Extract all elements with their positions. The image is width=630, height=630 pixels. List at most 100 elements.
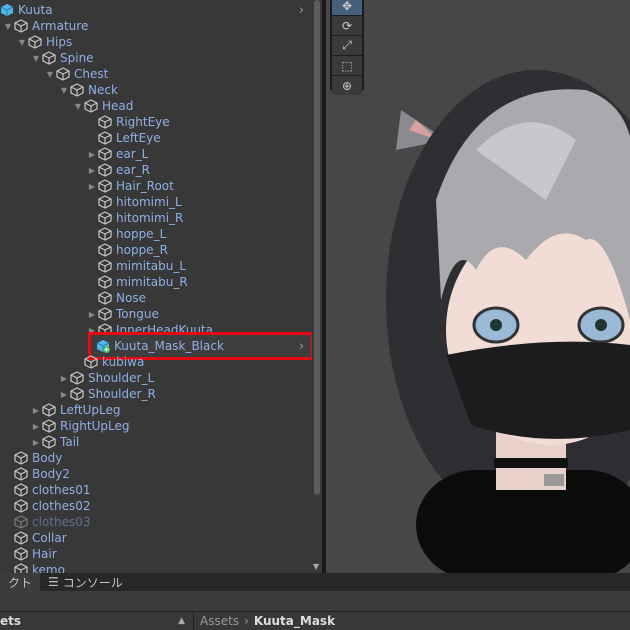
rotate-tool-icon[interactable]: ⟳ [332, 16, 362, 35]
gameobject-cube-icon [98, 163, 112, 177]
gameobject-cube-icon [98, 195, 112, 209]
project-folder-tree[interactable]: ets ▲ [0, 612, 194, 630]
expand-arrow-icon[interactable]: ▼ [72, 102, 84, 111]
hierarchy-item[interactable]: ▶ ear_R [0, 162, 312, 178]
hierarchy-item[interactable]: ▼ Chest [0, 66, 312, 82]
item-label: Tail [60, 435, 80, 449]
transform-tool-icon[interactable]: ⊕ [332, 76, 362, 95]
gameobject-cube-icon [98, 307, 112, 321]
hierarchy-item[interactable]: ▼ Armature [0, 18, 312, 34]
expand-arrow-icon[interactable]: ▶ [86, 166, 98, 175]
item-label: Body [32, 451, 63, 465]
hierarchy-item[interactable]: ▼ Hips [0, 34, 312, 50]
hierarchy-item[interactable]: ▼ Neck [0, 82, 312, 98]
expand-arrow-icon[interactable]: ▶ [30, 422, 42, 431]
expand-arrow-icon[interactable]: ▶ [30, 438, 42, 447]
console-icon: ☰ [48, 575, 59, 589]
expand-arrow-icon[interactable]: ▼ [2, 22, 14, 31]
item-label: clothes03 [32, 515, 91, 529]
hierarchy-item[interactable]: RightEye [0, 114, 312, 130]
item-label: Kuuta [18, 3, 53, 17]
gameobject-cube-icon [14, 499, 28, 513]
hierarchy-item[interactable]: Nose [0, 290, 312, 306]
gameobject-cube-icon [42, 403, 56, 417]
expand-arrow-icon[interactable]: ▶ [86, 150, 98, 159]
hierarchy-item[interactable]: Body2 [0, 466, 312, 482]
hierarchy-item[interactable]: Collar [0, 530, 312, 546]
tab-console[interactable]: ☰ コンソール [40, 573, 131, 591]
hierarchy-item[interactable]: ▼ Head [0, 98, 312, 114]
hierarchy-item[interactable]: ▶ RightUpLeg [0, 418, 312, 434]
expand-arrow-icon[interactable]: ▼ [30, 54, 42, 63]
gameobject-cube-icon [98, 227, 112, 241]
hierarchy-item[interactable]: ▶ ear_L [0, 146, 312, 162]
hierarchy-item[interactable]: Kuuta › [0, 2, 312, 18]
expand-arrow-icon[interactable]: ▶ [30, 406, 42, 415]
hierarchy-item[interactable]: mimitabu_L [0, 258, 312, 274]
hierarchy-item[interactable]: kubiwa [0, 354, 312, 370]
expand-arrow-icon[interactable]: ▼ [44, 70, 56, 79]
breadcrumb-assets[interactable]: Assets [200, 614, 239, 628]
item-label: hitomimi_L [116, 195, 182, 209]
gameobject-cube-icon [14, 19, 28, 33]
gameobject-cube-icon [84, 99, 98, 113]
hierarchy-item[interactable]: hitomimi_R [0, 210, 312, 226]
hierarchy-item[interactable]: clothes03 [0, 514, 312, 530]
gameobject-cube-icon [98, 243, 112, 257]
folder-label[interactable]: ets [0, 614, 21, 628]
hierarchy-scrollbar[interactable]: ▼ [312, 0, 322, 573]
hierarchy-item[interactable]: kemo [0, 562, 312, 573]
scroll-down-arrow[interactable]: ▼ [313, 562, 319, 571]
gameobject-cube-icon [42, 419, 56, 433]
hierarchy-item[interactable]: ▶ Tongue [0, 306, 312, 322]
hierarchy-item[interactable]: Hair [0, 546, 312, 562]
item-label: ear_L [116, 147, 149, 161]
hierarchy-item[interactable]: clothes01 [0, 482, 312, 498]
tab-project[interactable]: クト [0, 573, 41, 591]
hierarchy-item[interactable]: mimitabu_R [0, 274, 312, 290]
item-label: clothes01 [32, 483, 91, 497]
item-label: Armature [32, 19, 89, 33]
hierarchy-item[interactable]: clothes02 [0, 498, 312, 514]
hierarchy-item[interactable]: hitomimi_L [0, 194, 312, 210]
move-tool-icon[interactable]: ✥ [332, 0, 362, 15]
expand-arrow-icon[interactable]: ▶ [58, 374, 70, 383]
expand-arrow-icon[interactable]: ▶ [86, 182, 98, 191]
hierarchy-item[interactable]: ▶ Shoulder_L [0, 370, 312, 386]
gameobject-cube-icon [56, 67, 70, 81]
item-label: hoppe_L [116, 227, 167, 241]
hierarchy-item[interactable]: ▶ Shoulder_R [0, 386, 312, 402]
hierarchy-item[interactable]: hoppe_R [0, 242, 312, 258]
expand-arrow-icon[interactable]: ▼ [58, 86, 70, 95]
gameobject-cube-icon [70, 387, 84, 401]
scale-tool-icon[interactable]: ⤢ [332, 36, 362, 55]
collapse-arrow-icon[interactable]: ▲ [178, 616, 185, 626]
hierarchy-item[interactable]: Body [0, 450, 312, 466]
hierarchy-item[interactable]: hoppe_L [0, 226, 312, 242]
gameobject-cube-icon [98, 115, 112, 129]
hierarchy-item[interactable]: ▶ LeftUpLeg [0, 402, 312, 418]
item-label: kemo [32, 563, 65, 573]
expand-arrow-icon[interactable]: ▶ [86, 310, 98, 319]
hierarchy-item[interactable]: ▶ Hair_Root [0, 178, 312, 194]
breadcrumb-current[interactable]: Kuuta_Mask [254, 614, 335, 628]
expand-arrow-icon[interactable]: ▶ [58, 390, 70, 399]
scene-view[interactable]: ✥ ⟳ ⤢ ⬚ ⊕ [326, 0, 630, 573]
item-label: Head [102, 99, 134, 113]
gameobject-cube-icon [98, 131, 112, 145]
gameobject-cube-icon [98, 275, 112, 289]
gameobject-cube-icon [14, 547, 28, 561]
gameobject-cube-icon [14, 467, 28, 481]
rect-tool-icon[interactable]: ⬚ [332, 56, 362, 75]
hierarchy-item[interactable]: ▼ Spine [0, 50, 312, 66]
hierarchy-item[interactable]: LeftEye [0, 130, 312, 146]
gameobject-cube-icon [70, 371, 84, 385]
chevron-right-icon[interactable]: › [299, 3, 304, 18]
chevron-right-icon[interactable]: › [299, 339, 304, 354]
hierarchy-item[interactable]: ▶ Tail [0, 434, 312, 450]
expand-arrow-icon[interactable]: ▼ [16, 38, 28, 47]
scene-tools: ✥ ⟳ ⤢ ⬚ ⊕ [330, 0, 364, 95]
scrollbar-thumb[interactable] [314, 0, 320, 495]
item-label: Collar [32, 531, 67, 545]
item-label: LeftUpLeg [60, 403, 121, 417]
